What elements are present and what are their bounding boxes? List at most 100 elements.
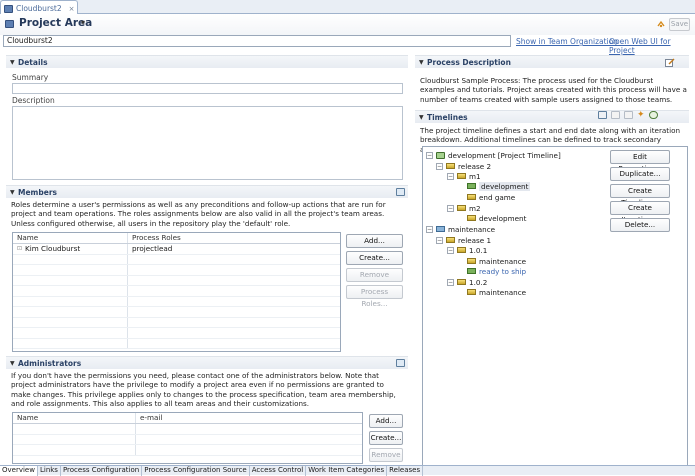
process-description-title: Process Description: [427, 58, 511, 67]
iteration-icon: [457, 173, 466, 179]
tree-node-1-0-2[interactable]: − 1.0.2: [447, 277, 487, 287]
collapse-toggle-icon[interactable]: −: [447, 278, 454, 286]
collapse-toggle-icon[interactable]: −: [426, 225, 433, 233]
edit-properties-button[interactable]: Edit Properties...: [610, 150, 670, 173]
project-area-icon: [4, 4, 13, 13]
close-icon[interactable]: ×: [69, 5, 75, 13]
show-in-team-organization-link[interactable]: Show in Team Organization: [516, 37, 618, 46]
current-iteration-icon: [467, 183, 476, 189]
tree-node-development-timeline[interactable]: − development [Project Timeline]: [426, 150, 561, 160]
column-header-name[interactable]: Name: [13, 413, 136, 423]
tree-node-1-0-2-maintenance[interactable]: maintenance: [467, 287, 526, 297]
collapse-icon[interactable]: ▼: [419, 114, 424, 121]
create-timeline-button[interactable]: Create Timeline...: [610, 184, 670, 207]
team-icon[interactable]: [396, 188, 405, 196]
administrators-description: If you don't have the permissions you ne…: [11, 371, 396, 408]
member-roles: projectlead: [132, 244, 173, 253]
collapse-toggle-icon[interactable]: −: [447, 172, 454, 180]
iteration-icon: [467, 258, 476, 264]
save-button[interactable]: Save: [669, 18, 690, 31]
current-iteration-icon: [467, 268, 476, 274]
refresh-icon[interactable]: [656, 20, 666, 29]
collapse-all-icon[interactable]: [611, 111, 620, 119]
tree-node-m1-development[interactable]: development: [467, 181, 531, 191]
process-roles-button[interactable]: Process Roles...: [346, 285, 403, 308]
timelines-toolbar: ✦: [598, 111, 658, 120]
iteration-icon: [467, 215, 476, 221]
user-icon: ⊡: [17, 245, 23, 253]
process-description-text: Cloudburst Sample Process: The process u…: [420, 76, 687, 104]
timeline-icon: [436, 226, 445, 232]
table-header: Name Process Roles: [13, 233, 340, 244]
collapse-icon[interactable]: ▼: [10, 189, 15, 196]
administrators-section-header[interactable]: ▼ Administrators: [6, 356, 408, 369]
table-header: Name e-mail: [13, 413, 362, 424]
tree-node-end-game[interactable]: end game: [467, 192, 515, 202]
tree-node-release-2[interactable]: − release 2: [436, 161, 491, 171]
duplicate-button[interactable]: Duplicate...: [610, 167, 670, 181]
tree-node-m2[interactable]: − m2: [447, 203, 481, 213]
summary-field[interactable]: [12, 83, 403, 94]
iteration-icon: [457, 247, 466, 253]
column-header-name[interactable]: Name: [13, 233, 128, 243]
column-header-process-roles[interactable]: Process Roles: [128, 233, 181, 243]
administrators-add-button[interactable]: Add...: [369, 414, 403, 428]
refresh-icon[interactable]: [648, 111, 658, 119]
iteration-icon: [446, 163, 455, 169]
summary-label: Summary: [12, 73, 49, 82]
tree-node-m1[interactable]: − m1: [447, 171, 481, 181]
members-table[interactable]: Name Process Roles ⊡ Kim Cloudburst proj…: [12, 232, 341, 352]
delete-button[interactable]: Delete...: [610, 218, 670, 232]
chevron-down-icon[interactable]: ▾: [81, 18, 85, 27]
iteration-icon: [467, 194, 476, 200]
collapse-toggle-icon[interactable]: −: [447, 246, 454, 254]
process-description-section-header[interactable]: ▼ Process Description: [415, 55, 689, 68]
tree-node-maintenance-timeline[interactable]: − maintenance: [426, 224, 495, 234]
iteration-icon: [457, 279, 466, 285]
expand-all-icon[interactable]: [624, 111, 633, 119]
administrators-title: Administrators: [18, 359, 82, 368]
column-header-email[interactable]: e-mail: [136, 413, 162, 423]
tree-node-release-1[interactable]: − release 1: [436, 235, 491, 245]
create-iteration-button[interactable]: Create Iteration...: [610, 201, 670, 224]
members-create-button[interactable]: Create...: [346, 251, 403, 265]
editor-tab-cloudburst2[interactable]: Cloudburst2 ×: [0, 0, 78, 14]
details-section-header[interactable]: ▼ Details: [6, 55, 408, 68]
layout-icon[interactable]: [598, 111, 607, 119]
administrators-table[interactable]: Name e-mail: [12, 412, 363, 464]
collapse-toggle-icon[interactable]: −: [447, 204, 454, 212]
description-field[interactable]: [12, 106, 403, 180]
description-label: Description: [12, 96, 55, 105]
tree-node-ready-to-ship[interactable]: ready to ship: [467, 266, 526, 276]
project-timeline-icon: [436, 151, 445, 159]
tree-node-1-0-1[interactable]: − 1.0.1: [447, 245, 487, 255]
edit-icon[interactable]: [665, 58, 675, 67]
collapse-toggle-icon[interactable]: −: [426, 151, 433, 159]
collapse-toggle-icon[interactable]: −: [436, 236, 443, 244]
iteration-icon: [467, 289, 476, 295]
iteration-icon: [457, 205, 466, 211]
administrators-remove-button[interactable]: Remove: [369, 448, 403, 462]
members-add-button[interactable]: Add...: [346, 234, 403, 248]
tree-node-1-0-1-maintenance[interactable]: maintenance: [467, 256, 526, 266]
collapse-icon[interactable]: ▼: [10, 360, 15, 367]
editor-tab-label: Cloudburst2: [16, 4, 62, 13]
open-web-ui-link[interactable]: Open Web UI for Project: [609, 37, 695, 55]
members-title: Members: [18, 188, 57, 197]
editor-header: Project Area ▾: [0, 14, 695, 35]
team-icon[interactable]: [396, 359, 405, 367]
new-iteration-icon[interactable]: ✦: [637, 111, 645, 120]
details-title: Details: [18, 58, 48, 67]
iteration-icon: [446, 237, 455, 243]
timelines-title: Timelines: [427, 113, 468, 122]
members-section-header[interactable]: ▼ Members: [6, 185, 408, 198]
collapse-icon[interactable]: ▼: [419, 59, 424, 66]
collapse-toggle-icon[interactable]: −: [436, 162, 443, 170]
tree-node-m2-development[interactable]: development: [467, 213, 526, 223]
editor-page-tabs: Overview Links Process Configuration Pro…: [0, 465, 695, 476]
collapse-icon[interactable]: ▼: [10, 59, 15, 66]
project-name-field[interactable]: Cloudburst2: [3, 35, 511, 47]
members-remove-button[interactable]: Remove: [346, 268, 403, 282]
table-row[interactable]: ⊡ Kim Cloudburst projectlead: [13, 244, 340, 255]
administrators-create-button[interactable]: Create...: [369, 431, 403, 445]
